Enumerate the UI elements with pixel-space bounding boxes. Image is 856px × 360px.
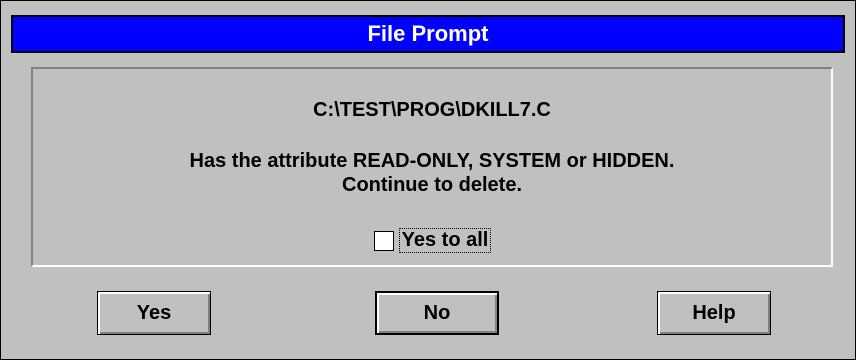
yes-button[interactable]: Yes	[97, 291, 211, 335]
continue-message: Continue to delete.	[342, 174, 522, 196]
yes-to-all-option[interactable]: Yes to all	[33, 228, 831, 253]
dialog-title-bar: File Prompt	[11, 15, 845, 53]
no-button[interactable]: No	[375, 291, 499, 335]
dialog-title: File Prompt	[367, 21, 489, 46]
help-button[interactable]: Help	[657, 291, 771, 335]
file-prompt-dialog: File Prompt C:\TEST\PROG\DKILL7.C Has th…	[0, 0, 856, 360]
yes-to-all-label[interactable]: Yes to all	[398, 228, 492, 253]
message-panel: C:\TEST\PROG\DKILL7.C Has the attribute …	[31, 67, 833, 267]
attribute-message: Has the attribute READ-ONLY, SYSTEM or H…	[189, 150, 675, 172]
yes-to-all-checkbox[interactable]	[373, 230, 394, 251]
file-path-text: C:\TEST\PROG\DKILL7.C	[313, 99, 551, 121]
